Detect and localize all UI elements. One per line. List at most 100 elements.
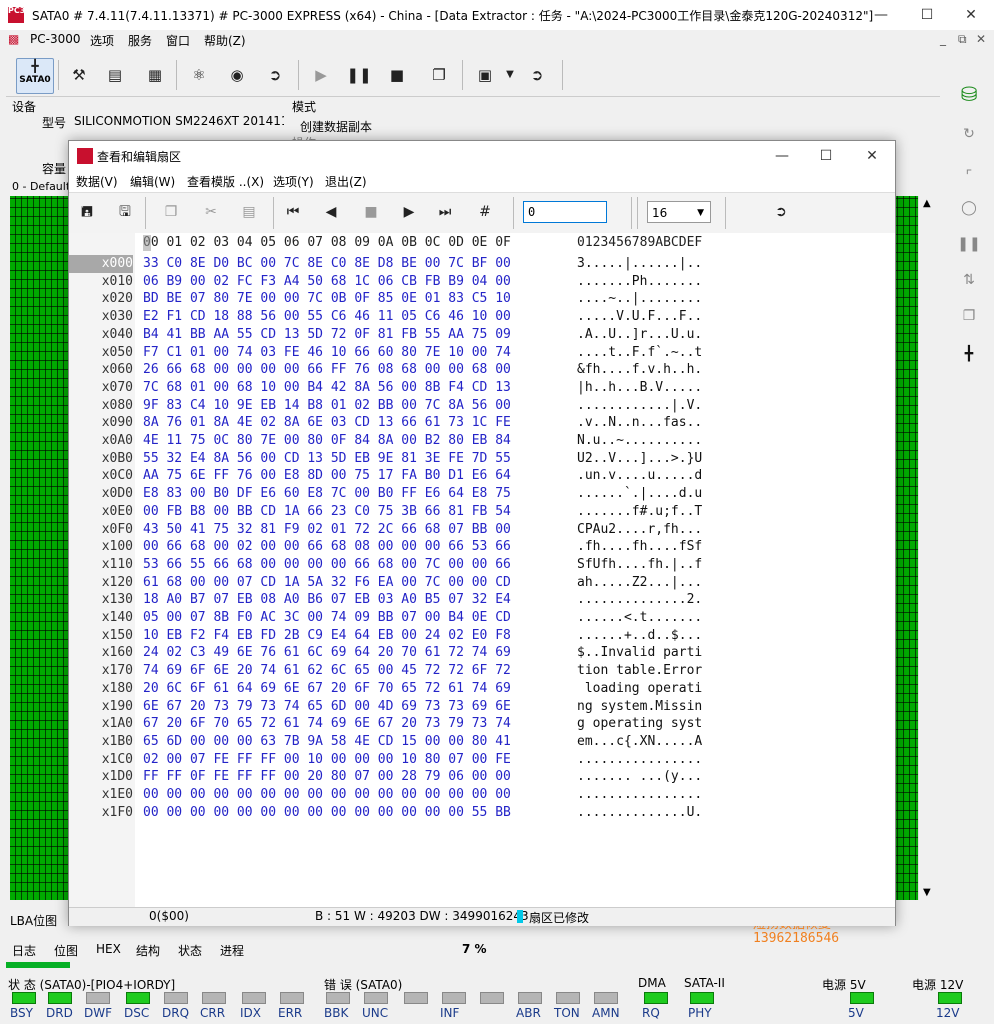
row-hex-bytes[interactable]: 20 6C 6F 61 64 69 6E 67 20 6F 70 65 72 6…: [143, 680, 511, 698]
export-icon[interactable]: ➲: [260, 60, 290, 90]
row-ascii[interactable]: .......f#.u;f..T: [577, 503, 702, 521]
menu-options[interactable]: 选项: [90, 32, 114, 49]
row-hex-bytes[interactable]: 9F 83 C4 10 9E EB 14 B8 01 02 BB 00 7C 8…: [143, 397, 511, 415]
row-hex-bytes[interactable]: 8A 76 01 8A 4E 02 8A 6E 03 CD 13 66 61 7…: [143, 414, 511, 432]
row-hex-bytes[interactable]: AA 75 6E FF 76 00 E8 8D 00 75 17 FA B0 D…: [143, 467, 511, 485]
tab-log[interactable]: 日志: [12, 942, 36, 959]
row-hex-bytes[interactable]: 61 68 00 00 07 CD 1A 5A 32 F6 EA 00 7C 0…: [143, 574, 511, 592]
row-ascii[interactable]: CPAu2....r,fh...: [577, 521, 702, 539]
row-hex-bytes[interactable]: 00 66 68 00 02 00 00 66 68 08 00 00 00 6…: [143, 538, 511, 556]
row-ascii[interactable]: .fh....fh....fSf: [577, 538, 702, 556]
row-hex-bytes[interactable]: 6E 67 20 73 79 73 74 65 6D 00 4D 69 73 7…: [143, 698, 511, 716]
row-ascii[interactable]: N.u..~..........: [577, 432, 702, 450]
row-hex-bytes[interactable]: 67 20 6F 70 65 72 61 74 69 6E 67 20 73 7…: [143, 715, 511, 733]
id-icon[interactable]: ▤: [100, 60, 130, 90]
play-icon[interactable]: ▶: [306, 60, 336, 90]
row-hex-bytes[interactable]: 06 B9 00 02 FC F3 A4 50 68 1C 06 CB FB B…: [143, 273, 511, 291]
row-hex-bytes[interactable]: 26 66 68 00 00 00 00 66 FF 76 08 68 00 0…: [143, 361, 511, 379]
columns-select[interactable]: 16 ▼: [647, 201, 711, 223]
exit-icon[interactable]: ➲: [522, 60, 552, 90]
row-ascii[interactable]: .un.v....u.....d: [577, 467, 702, 485]
row-ascii[interactable]: g operating syst: [577, 715, 702, 733]
sata0-port-button[interactable]: ╋ SATA0: [16, 58, 54, 94]
row-hex-bytes[interactable]: 55 32 E4 8A 56 00 CD 13 5D EB 9E 81 3E F…: [143, 450, 511, 468]
pause-icon-side[interactable]: ❚❚: [954, 230, 984, 258]
chevron-down-icon[interactable]: ▼: [502, 60, 518, 90]
scroll-down-icon[interactable]: ▼: [923, 887, 931, 898]
goto-sector-icon[interactable]: #: [471, 198, 499, 226]
row-hex-bytes[interactable]: 74 69 6F 6E 20 74 61 62 6C 65 00 45 72 7…: [143, 662, 511, 680]
grid-scrollbar[interactable]: ▲ ▼: [918, 196, 937, 900]
row-hex-bytes[interactable]: 00 00 00 00 00 00 00 00 00 00 00 00 00 0…: [143, 804, 511, 822]
row-ascii[interactable]: $..Invalid parti: [577, 644, 702, 662]
row-hex-bytes[interactable]: B4 41 BB AA 55 CD 13 5D 72 0F 81 FB 55 A…: [143, 326, 511, 344]
key-icon[interactable]: ⚛: [184, 60, 214, 90]
stop-icon-dlg[interactable]: ■: [357, 198, 385, 226]
sector-number-input[interactable]: [523, 201, 607, 223]
mdi-minimize-icon[interactable]: _: [940, 32, 946, 46]
menu-window[interactable]: 窗口: [166, 32, 190, 49]
dialog-menu-options[interactable]: 选项(Y): [273, 173, 314, 190]
row-ascii[interactable]: ....... ...(y...: [577, 768, 702, 786]
row-ascii[interactable]: loading operati: [577, 680, 702, 698]
close-button[interactable]: ✕: [948, 0, 994, 30]
row-ascii[interactable]: ng system.Missin: [577, 698, 702, 716]
signal-icon[interactable]: ⇅: [954, 266, 984, 294]
stop-icon[interactable]: ■: [382, 60, 412, 90]
row-ascii[interactable]: em...c{.XN.....A: [577, 733, 702, 751]
row-ascii[interactable]: ......`.|....d.u: [577, 485, 702, 503]
menu-help[interactable]: 帮助(Z): [204, 32, 246, 49]
row-ascii[interactable]: ............|.V.: [577, 397, 702, 415]
row-ascii[interactable]: ..............2.: [577, 591, 702, 609]
row-hex-bytes[interactable]: 00 FB B8 00 BB CD 1A 66 23 C0 75 3B 66 8…: [143, 503, 511, 521]
step-icon[interactable]: ⌜: [954, 162, 984, 190]
row-ascii[interactable]: ................: [577, 786, 702, 804]
dialog-close-button[interactable]: ✕: [849, 141, 895, 171]
row-ascii[interactable]: ................: [577, 751, 702, 769]
pause-icon[interactable]: ❚❚: [344, 60, 374, 90]
row-ascii[interactable]: .......Ph.......: [577, 273, 702, 291]
previous-sector-icon[interactable]: ◀: [317, 198, 345, 226]
windows-icon[interactable]: ❐: [424, 60, 454, 90]
dialog-menu-edit[interactable]: 编辑(W): [130, 173, 175, 190]
tab-default[interactable]: 0 - Default: [12, 180, 70, 193]
hex-view[interactable]: 00 01 02 03 04 05 06 07 08 09 0A 0B 0C 0…: [69, 233, 895, 946]
tab-structure[interactable]: 结构: [136, 942, 160, 959]
copy-icon[interactable]: ❐: [954, 302, 984, 330]
tab-bitmap[interactable]: 位图: [54, 942, 78, 959]
percent-icon[interactable]: ▦: [140, 60, 170, 90]
first-sector-icon[interactable]: ⏮: [279, 198, 307, 226]
row-ascii[interactable]: ......+..d..$...: [577, 627, 702, 645]
row-ascii[interactable]: U2..V...]...>.}U: [577, 450, 702, 468]
row-ascii[interactable]: ....~..|........: [577, 290, 702, 308]
row-hex-bytes[interactable]: 00 00 00 00 00 00 00 00 00 00 00 00 00 0…: [143, 786, 511, 804]
copy-icon-dlg[interactable]: ❐: [157, 198, 185, 226]
row-ascii[interactable]: |h..h...B.V.....: [577, 379, 702, 397]
menu-service[interactable]: 服务: [128, 32, 152, 49]
maximize-button[interactable]: ☐: [904, 0, 950, 30]
row-ascii[interactable]: .v..N..n...fas..: [577, 414, 702, 432]
row-ascii[interactable]: ah.....Z2...|...: [577, 574, 702, 592]
row-ascii[interactable]: .A..U..]r...U.u.: [577, 326, 702, 344]
database-icon[interactable]: ⛁: [954, 80, 984, 108]
row-hex-bytes[interactable]: BD BE 07 80 7E 00 00 7C 0B 0F 85 0E 01 8…: [143, 290, 511, 308]
dialog-menu-template[interactable]: 查看模版 ..(X): [187, 173, 264, 190]
row-hex-bytes[interactable]: 02 00 07 FE FF FF 00 10 00 00 00 10 80 0…: [143, 751, 511, 769]
row-hex-bytes[interactable]: 24 02 C3 49 6E 76 61 6C 69 64 20 70 61 7…: [143, 644, 511, 662]
minimize-button[interactable]: —: [858, 0, 904, 30]
binoculars-icon[interactable]: ◉: [222, 60, 252, 90]
last-sector-icon[interactable]: ⏭: [431, 198, 459, 226]
power-cycle-icon[interactable]: ◯: [954, 194, 984, 222]
row-ascii[interactable]: ......<.t.......: [577, 609, 702, 627]
row-hex-bytes[interactable]: 65 6D 00 00 00 63 7B 9A 58 4E CD 15 00 0…: [143, 733, 511, 751]
row-ascii[interactable]: SfUfh....fh.|..f: [577, 556, 702, 574]
row-ascii[interactable]: ..............U.: [577, 804, 702, 822]
row-hex-bytes[interactable]: 53 66 55 66 68 00 00 00 00 66 68 00 7C 0…: [143, 556, 511, 574]
dialog-maximize-button[interactable]: ☐: [803, 141, 849, 171]
row-hex-bytes[interactable]: 33 C0 8E D0 BC 00 7C 8E C0 8E D8 BE 00 7…: [143, 255, 511, 273]
cut-icon[interactable]: ✂: [197, 198, 225, 226]
scroll-up-icon[interactable]: ▲: [923, 198, 931, 209]
row-hex-bytes[interactable]: 18 A0 B7 07 EB 08 A0 B6 07 EB 03 A0 B5 0…: [143, 591, 511, 609]
save-sector-icon[interactable]: 🖫: [111, 198, 139, 226]
load-sector-icon[interactable]: 🖪: [73, 198, 101, 226]
